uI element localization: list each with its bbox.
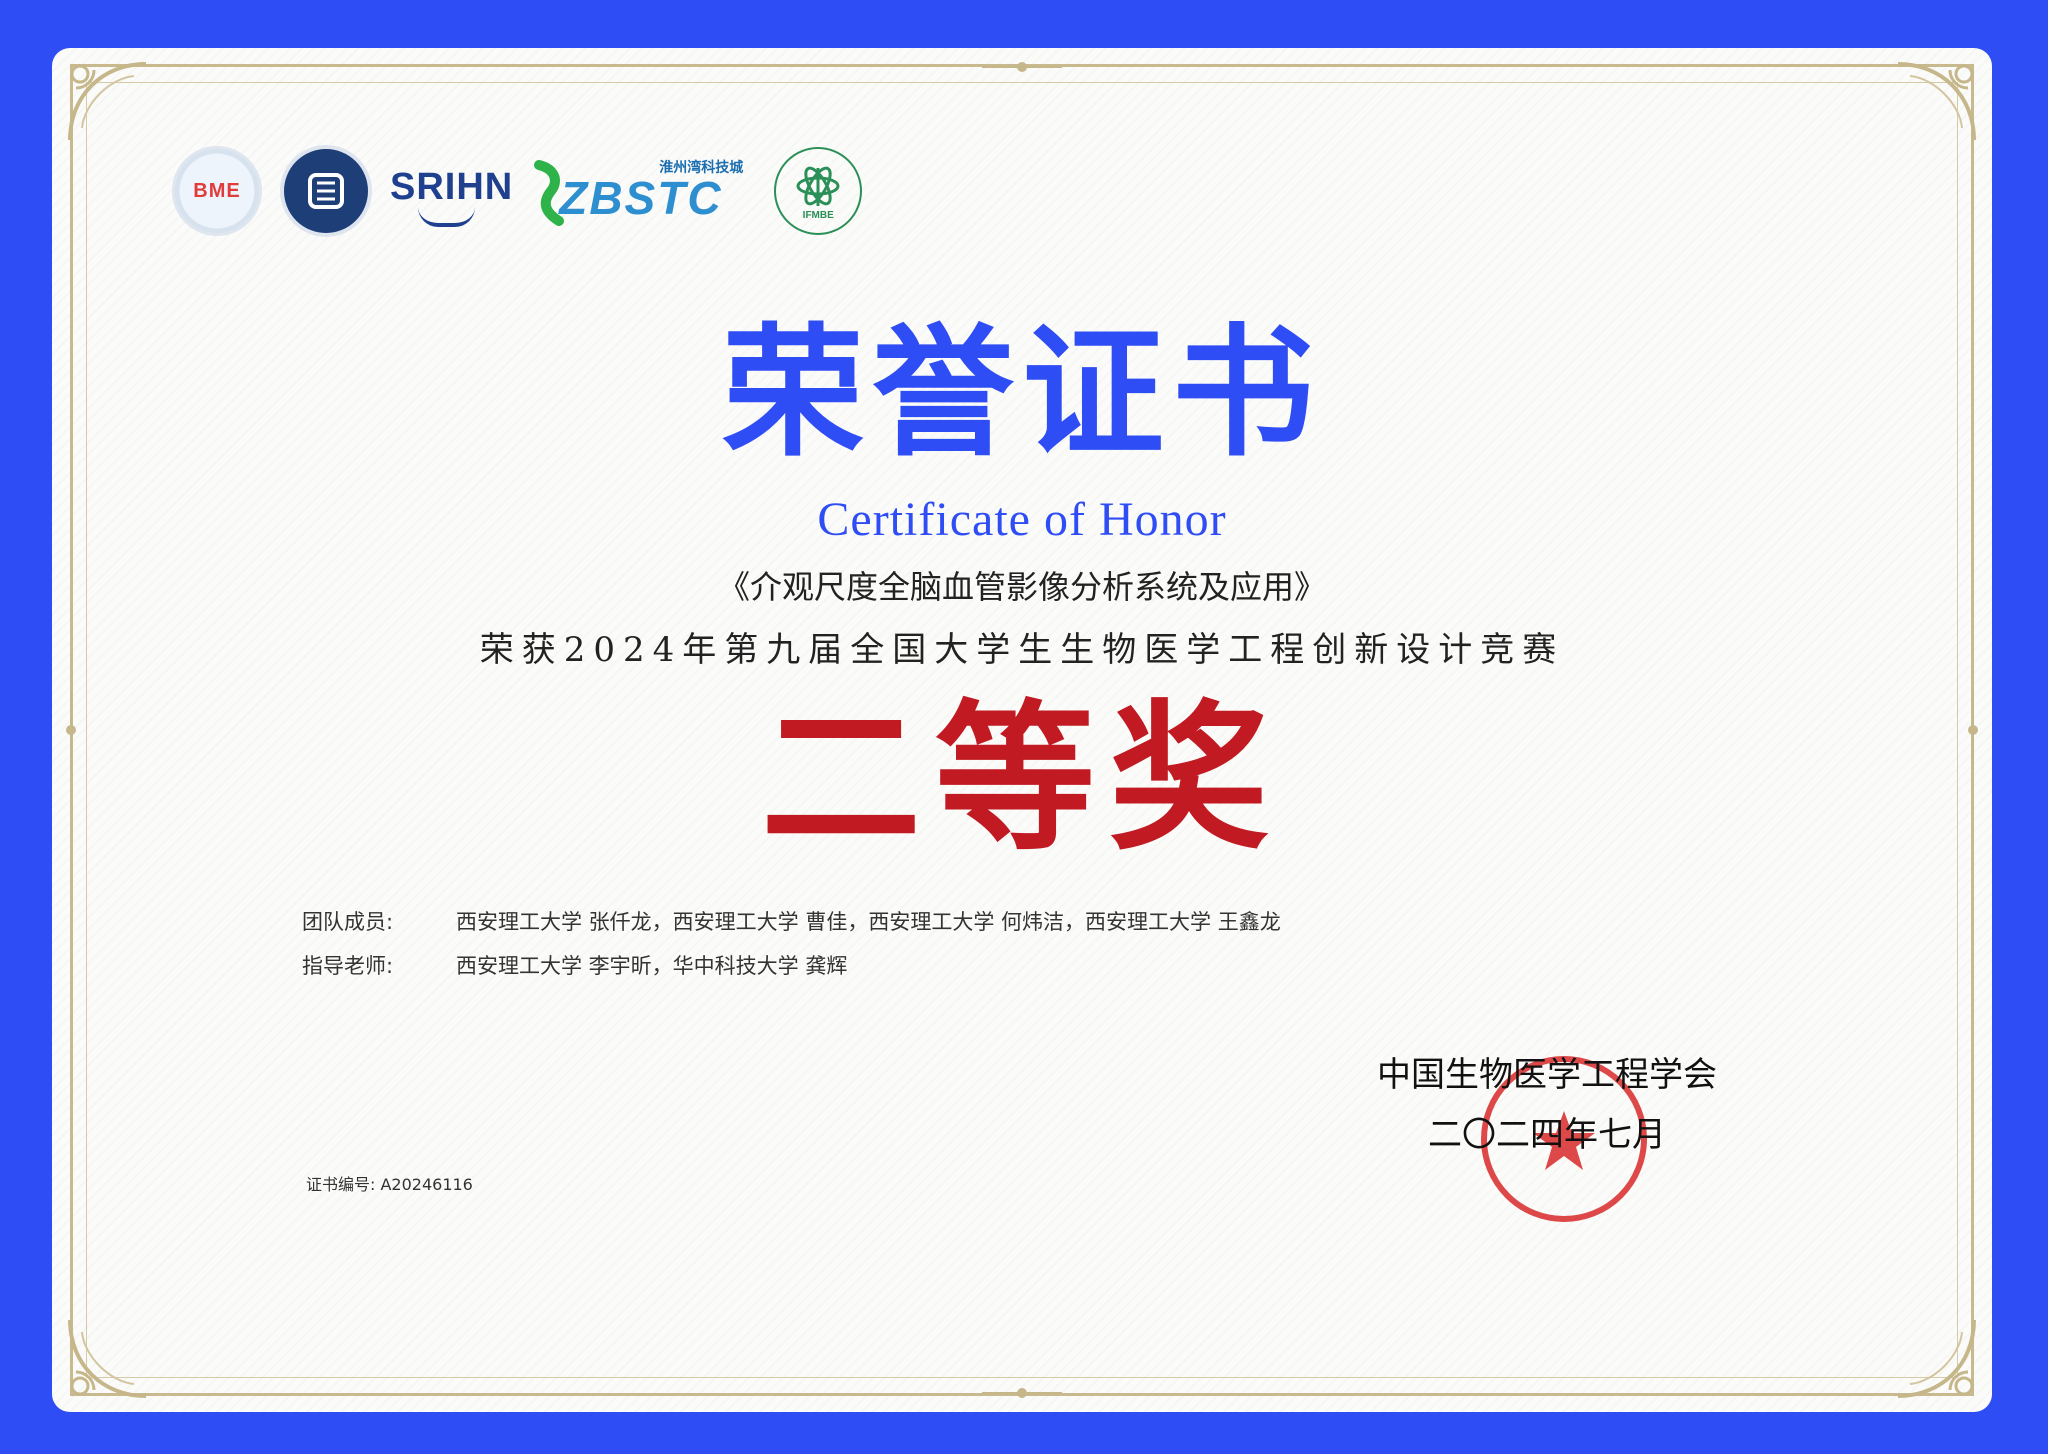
bme-logo-text: BME xyxy=(193,179,241,202)
university-logo xyxy=(280,145,372,237)
project-title: 《介观尺度全脑血管影像分析系统及应用》 xyxy=(717,568,1326,606)
corner-ornament-icon xyxy=(68,1319,147,1398)
ifmbe-logo: IFMBE xyxy=(774,147,863,235)
advisor-row: 指导老师: 西安理工大学 李宇昕，华中科技大学 龚辉 xyxy=(302,950,1281,994)
team-label: 团队成员: xyxy=(302,910,394,934)
issue-date: 二〇二四年七月 xyxy=(1428,1114,1666,1155)
zbstc-logo-text: ZBSTC xyxy=(559,172,723,224)
bme-logo: BME xyxy=(172,146,262,236)
team-row: 团队成员: 西安理工大学 张仟龙，西安理工大学 曹佳，西安理工大学 何炜洁，西安… xyxy=(302,906,1281,950)
certificate-title-en: Certificate of Honor xyxy=(817,493,1227,546)
logo-row: BME SRIHN 淮州湾科技城 ZBSTC IFMBE xyxy=(172,136,863,246)
certificate-title-cn: 荣誉证书 xyxy=(722,311,1322,476)
srihn-logo: SRIHN xyxy=(390,165,514,227)
corner-ornament-icon xyxy=(1897,1319,1976,1398)
certificate-paper: BME SRIHN 淮州湾科技城 ZBSTC IFMBE 荣誉证书 Certif… xyxy=(52,48,1992,1412)
edge-ornament-icon xyxy=(982,1388,1062,1398)
corner-ornament-icon xyxy=(1897,62,1976,141)
edge-ornament-icon xyxy=(982,62,1062,72)
corner-ornament-icon xyxy=(68,62,147,141)
university-emblem-icon xyxy=(308,173,344,209)
advisors: 西安理工大学 李宇昕，华中科技大学 龚辉 xyxy=(456,954,848,978)
advisor-label: 指导老师: xyxy=(302,954,394,978)
certificate-number: 证书编号: A20246116 xyxy=(306,1175,473,1194)
award-level: 二等奖 xyxy=(760,684,1283,872)
member-info: 团队成员: 西安理工大学 张仟龙，西安理工大学 曹佳，西安理工大学 何炜洁，西安… xyxy=(302,906,1281,994)
srihn-logo-text: SRIHN xyxy=(390,165,514,208)
ifmbe-logo-text: IFMBE xyxy=(802,209,834,221)
atom-snake-icon xyxy=(796,166,840,206)
competition-title: 荣获2024年第九届全国大学生生物医学工程创新设计竞赛 xyxy=(479,630,1565,670)
issuer-organization: 中国生物医学工程学会 xyxy=(1377,1055,1717,1095)
zbstc-logo: 淮州湾科技城 ZBSTC xyxy=(531,151,756,231)
issuer-block: 中国生物医学工程学会 二〇二四年七月 xyxy=(1367,1046,1727,1165)
team-members: 西安理工大学 张仟龙，西安理工大学 曹佳，西安理工大学 何炜洁，西安理工大学 王… xyxy=(456,910,1281,934)
